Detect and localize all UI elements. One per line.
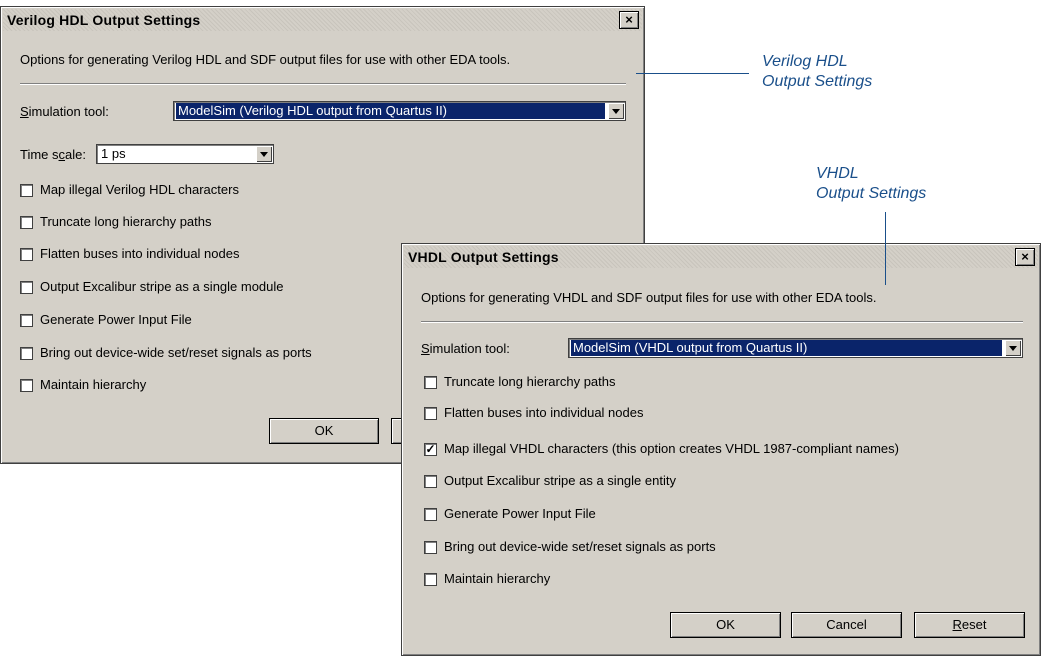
vhdl-separator: [421, 321, 1023, 323]
checkbox-icon[interactable]: [20, 248, 33, 261]
checkbox-icon[interactable]: [424, 508, 437, 521]
verilog-simulation-tool-label: Simulation tool:: [20, 104, 109, 119]
vhdl-option-label: Map illegal VHDL characters (this option…: [444, 441, 899, 456]
checkbox-icon[interactable]: [424, 573, 437, 586]
checkbox-icon[interactable]: [20, 347, 33, 360]
check-mark-icon[interactable]: ✓: [424, 443, 437, 456]
vhdl-simulation-tool-select[interactable]: ModelSim (VHDL output from Quartus II): [568, 338, 1023, 358]
verilog-callout-line1: Verilog HDL: [762, 53, 848, 70]
verilog-option-label: Bring out device-wide set/reset signals …: [40, 345, 312, 360]
vhdl-simulation-tool-value: ModelSim (VHDL output from Quartus II): [571, 340, 1002, 356]
verilog-callout-line: [636, 73, 749, 74]
checkbox-icon[interactable]: [424, 376, 437, 389]
checkbox-icon[interactable]: [424, 541, 437, 554]
vhdl-output-settings-dialog: VHDL Output Settings × Options for gener…: [401, 243, 1041, 656]
vhdl-cancel-button[interactable]: Cancel: [791, 612, 902, 638]
vhdl-option-label: Truncate long hierarchy paths: [444, 374, 616, 389]
verilog-simulation-tool-value: ModelSim (Verilog HDL output from Quartu…: [176, 103, 605, 119]
vhdl-description: Options for generating VHDL and SDF outp…: [421, 290, 877, 305]
verilog-callout-line2: Output Settings: [762, 73, 873, 90]
verilog-callout: Verilog HDL Output Settings: [762, 52, 872, 92]
verilog-option-label: Maintain hierarchy: [40, 377, 147, 392]
verilog-close-button[interactable]: ×: [619, 11, 639, 29]
vhdl-dialog-title: VHDL Output Settings: [408, 249, 559, 265]
verilog-option-label: Generate Power Input File: [40, 312, 192, 327]
vhdl-callout: VHDL Output Settings: [816, 164, 926, 204]
verilog-time-scale-select[interactable]: 1 ps: [96, 144, 274, 164]
vhdl-dialog-titlebar[interactable]: VHDL Output Settings ×: [404, 246, 1038, 268]
vhdl-simulation-tool-label: Simulation tool:: [421, 341, 510, 356]
verilog-time-scale-label: Time scale:: [20, 147, 86, 162]
chevron-down-icon[interactable]: [256, 146, 272, 162]
vhdl-option-label: Flatten buses into individual nodes: [444, 405, 644, 420]
vhdl-close-button[interactable]: ×: [1015, 248, 1035, 266]
checkbox-icon[interactable]: [20, 314, 33, 327]
verilog-option-label: Map illegal Verilog HDL characters: [40, 182, 239, 197]
verilog-dialog-title: Verilog HDL Output Settings: [7, 12, 201, 28]
checkbox-icon[interactable]: [424, 407, 437, 420]
checkbox-icon[interactable]: [20, 379, 33, 392]
chevron-down-icon[interactable]: [1005, 340, 1021, 356]
checkbox-icon[interactable]: [20, 281, 33, 294]
chevron-down-icon[interactable]: [608, 103, 624, 119]
vhdl-callout-line: [885, 212, 886, 285]
verilog-dialog-titlebar[interactable]: Verilog HDL Output Settings ×: [3, 9, 642, 31]
vhdl-option-label: Maintain hierarchy: [444, 571, 551, 586]
verilog-option-label: Output Excalibur stripe as a single modu…: [40, 279, 284, 294]
verilog-simulation-tool-select[interactable]: ModelSim (Verilog HDL output from Quartu…: [173, 101, 626, 121]
verilog-time-scale-value: 1 ps: [101, 146, 126, 161]
verilog-ok-button[interactable]: OK: [269, 418, 379, 444]
vhdl-callout-line2: Output Settings: [816, 185, 927, 202]
vhdl-option-label: Generate Power Input File: [444, 506, 596, 521]
vhdl-option-label: Output Excalibur stripe as a single enti…: [444, 473, 676, 488]
checkbox-icon[interactable]: [20, 184, 33, 197]
verilog-option-label: Truncate long hierarchy paths: [40, 214, 212, 229]
vhdl-ok-button[interactable]: OK: [670, 612, 781, 638]
verilog-separator: [20, 83, 626, 85]
verilog-description: Options for generating Verilog HDL and S…: [20, 52, 511, 67]
checkbox-icon[interactable]: [424, 475, 437, 488]
vhdl-reset-button[interactable]: Reset: [914, 612, 1025, 638]
checkbox-icon[interactable]: [20, 216, 33, 229]
verilog-option-label: Flatten buses into individual nodes: [40, 246, 240, 261]
vhdl-callout-line1: VHDL: [816, 165, 859, 182]
vhdl-option-label: Bring out device-wide set/reset signals …: [444, 539, 716, 554]
